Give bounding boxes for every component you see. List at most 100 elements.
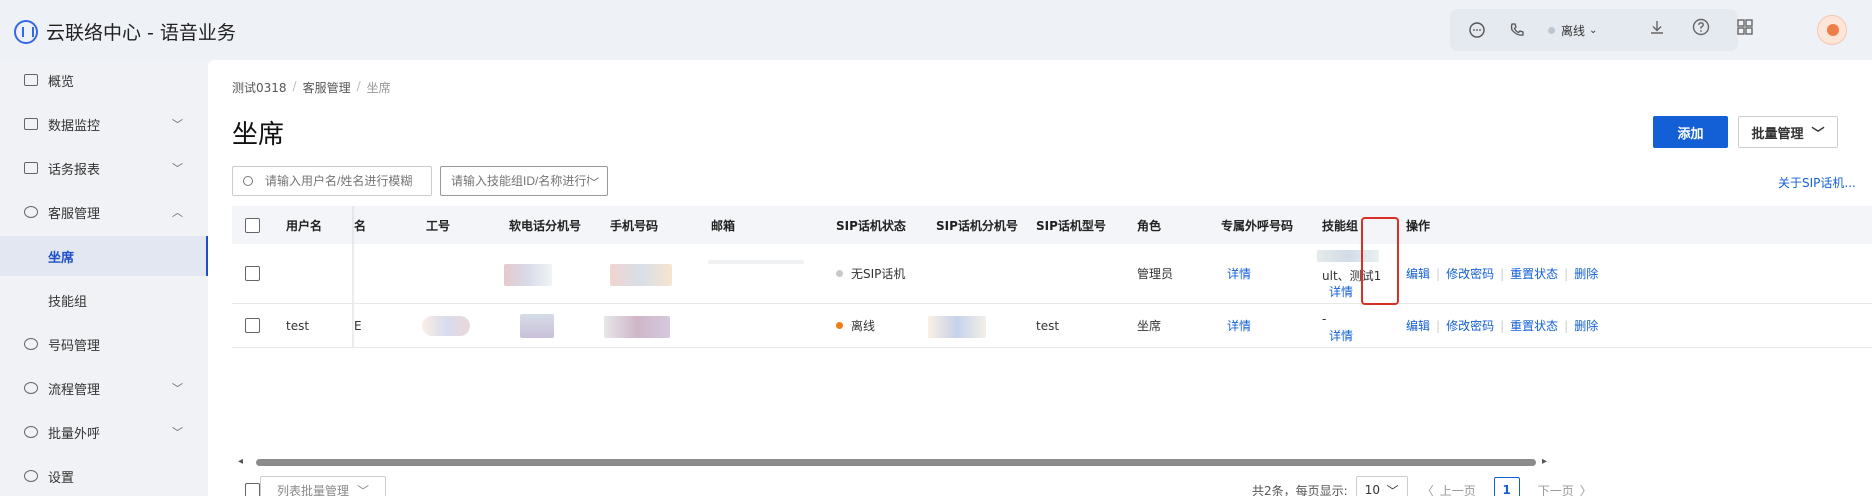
help-icon[interactable] [1692,18,1710,36]
cell-sip-status: 无SIP话机 [836,244,905,303]
status-dot [1548,26,1555,34]
prev-page-button[interactable]: 〈 上一页 [1422,482,1476,496]
sidebar-item-settings[interactable]: 设置 [0,456,208,496]
report-icon [24,162,38,174]
cell-sip-status: 离线 [836,304,875,347]
sidebar-item-flows[interactable]: 流程管理 ﹀ [0,368,208,408]
scroll-right-icon[interactable]: ▸ [1542,456,1547,467]
list-batch-manage-label: 列表批量管理 [276,483,349,496]
sidebar-item-agents[interactable]: 坐席 [0,236,208,276]
batch-manage-label: 批量管理 [1751,125,1804,141]
reset-status-link[interactable]: 重置状态 [1510,317,1558,334]
total-count: 共2条，每页显示: [1252,483,1348,496]
col-username: 用户名 [286,218,323,233]
chevron-left-icon: 〈 [1421,483,1434,496]
agent-status-label: 离线 [1561,23,1586,38]
app-logo[interactable]: 云联络中心 - 语音业务 [14,18,236,45]
outbound-detail-link[interactable]: 详情 [1227,244,1251,303]
col-employee-id: 工号 [426,218,451,233]
delete-link[interactable]: 删除 [1574,265,1598,282]
col-actions: 操作 [1406,218,1431,233]
agent-status-select[interactable]: 离线 ⌄ [1548,22,1597,39]
sidebar-item-service[interactable]: 客服管理 ︿ [0,192,208,232]
overview-icon [24,74,38,86]
sidebar: 概览 数据监控 ﹀ 话务报表 ﹀ 客服管理 ︿ 坐席 技能组 号码管理 流程管理… [0,60,208,496]
table-row: test E 离线 test 坐席 详情 - 详情 编辑 | 修改密码 | 重置… [232,304,1872,348]
chevron-down-icon: ⌄ [1589,24,1598,36]
delete-link[interactable]: 删除 [1574,317,1598,334]
grid-icon[interactable] [1736,18,1754,36]
col-name: 名 [354,218,367,233]
user-avatar[interactable] [1817,15,1847,45]
status-dot [836,270,843,277]
reset-status-link[interactable]: 重置状态 [1510,265,1558,282]
sidebar-item-overview[interactable]: 概览 [0,60,208,100]
page-size-select[interactable]: 10 ﹀ [1355,476,1408,496]
action-separator: | [1500,318,1505,333]
chevron-down-icon: ﹀ [172,382,183,395]
sip-phone-link[interactable]: 关于SIP话机... [1778,174,1856,191]
col-outbound-number: 专属外呼号码 [1221,218,1294,233]
search-icon [243,176,253,186]
row-checkbox[interactable] [245,266,260,281]
sidebar-item-outbound[interactable]: 批量外呼 ﹀ [0,412,208,452]
col-softphone-ext: 软电话分机号 [509,218,582,233]
chevron-down-icon: ﹀ [172,426,183,439]
sidebar-item-label: 号码管理 [48,338,101,354]
action-separator: | [1500,266,1505,281]
gear-icon [24,470,38,482]
sidebar-item-label: 坐席 [48,250,75,266]
row-select-cell [245,244,260,303]
table-horizontal-scrollbar[interactable]: ◂ ▸ [208,456,1568,468]
action-separator: | [1564,318,1569,333]
skill-group-select[interactable]: ﹀ [440,166,608,196]
row-checkbox[interactable] [245,318,260,333]
user-search-input[interactable] [265,174,431,188]
user-search-field[interactable] [232,166,432,196]
highlight-box [1361,217,1399,305]
col-sip-status: SIP话机状态 [836,218,906,233]
sidebar-item-report[interactable]: 话务报表 ﹀ [0,148,208,188]
phone-icon [24,338,38,350]
sidebar-item-label: 设置 [48,470,75,486]
page-title: 坐席 [232,120,285,150]
redacted-softphone [504,264,552,286]
col-sip-ext: SIP话机分机号 [936,218,1018,233]
scroll-left-icon[interactable]: ◂ [238,456,243,467]
next-page-button[interactable]: 下一页 〉 [1538,482,1592,496]
breadcrumb-separator: / [356,79,361,93]
headset-icon [24,206,38,218]
outbound-detail-link[interactable]: 详情 [1227,304,1251,347]
change-password-link[interactable]: 修改密码 [1446,317,1494,334]
cell-sip-model: test [1036,318,1060,333]
sidebar-item-skill-groups[interactable]: 技能组 [0,280,208,320]
add-button[interactable]: 添加 [1653,116,1728,148]
skill-group-input[interactable] [451,174,589,188]
cell-username: test [286,318,310,333]
chat-icon[interactable] [1468,21,1486,39]
skill-detail-link[interactable]: 详情 [1329,328,1353,343]
footer-select-all-checkbox[interactable] [245,483,260,496]
sidebar-item-monitor[interactable]: 数据监控 ﹀ [0,104,208,144]
page-number-current[interactable]: 1 [1493,477,1520,496]
change-password-link[interactable]: 修改密码 [1446,265,1494,282]
list-batch-manage-button[interactable]: 列表批量管理 ﹀ [260,476,386,496]
col-email: 邮箱 [711,218,736,233]
select-all-checkbox[interactable] [245,217,260,233]
action-separator: | [1564,266,1569,281]
batch-manage-button[interactable]: 批量管理 ﹀ [1738,116,1838,148]
outbound-icon [24,426,38,438]
chevron-down-icon: ﹀ [172,118,183,131]
breadcrumb-item[interactable]: 客服管理 [303,79,351,96]
sidebar-item-numbers[interactable]: 号码管理 [0,324,208,364]
download-icon[interactable] [1648,18,1666,36]
edit-link[interactable]: 编辑 [1406,265,1430,282]
col-skill-group: 技能组 [1322,218,1359,233]
edit-link[interactable]: 编辑 [1406,317,1430,334]
breadcrumb-item[interactable]: 测试0318 [232,79,287,96]
skill-detail-link[interactable]: 详情 [1329,284,1353,299]
chevron-down-icon: ﹀ [589,177,599,189]
scrollbar-thumb[interactable] [256,459,1536,466]
phone-icon[interactable] [1508,21,1526,39]
redacted-softphone [520,314,554,338]
